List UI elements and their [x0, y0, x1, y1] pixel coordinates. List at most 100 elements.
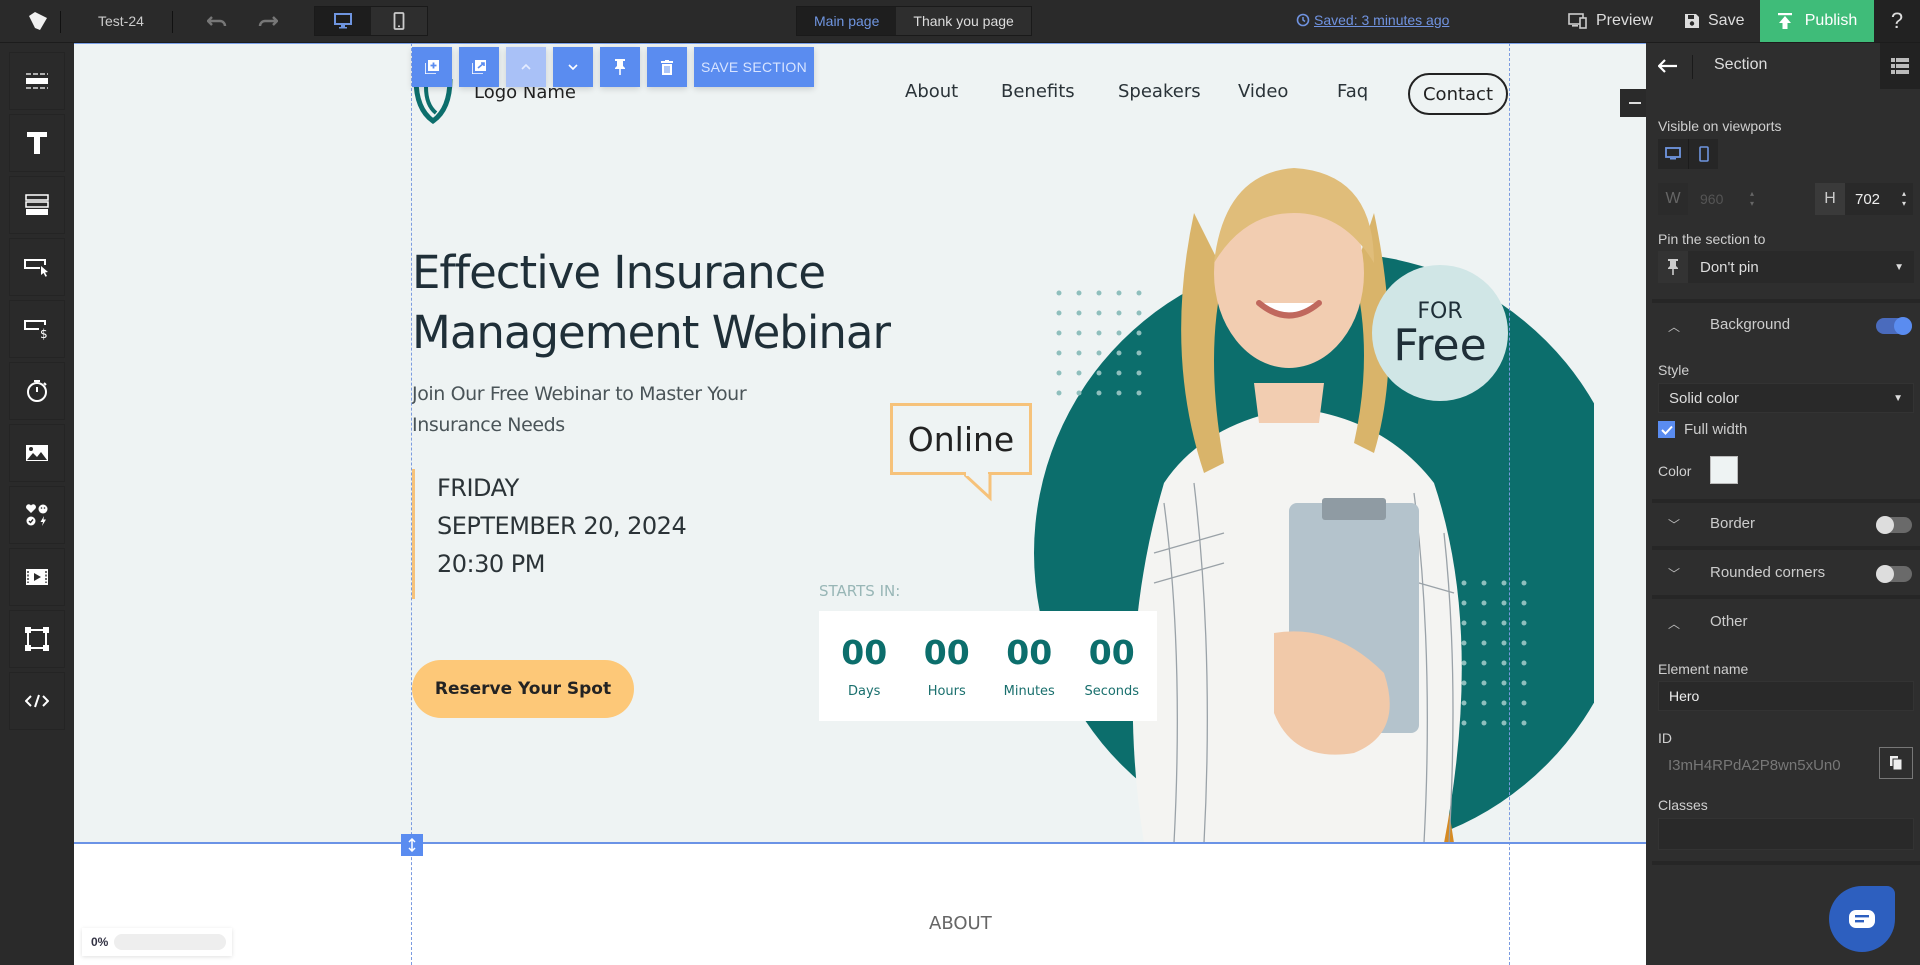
phone-icon — [1698, 146, 1709, 162]
visible-mobile-toggle[interactable] — [1688, 139, 1718, 169]
id-label: ID — [1658, 730, 1672, 746]
tool-shape[interactable] — [9, 610, 65, 668]
add-layer-icon — [425, 60, 439, 74]
history-icon — [1296, 13, 1310, 27]
project-name[interactable]: Test-24 — [98, 13, 144, 29]
chevron-up-icon[interactable]: ︿ — [1668, 318, 1680, 335]
full-width-checkbox[interactable] — [1658, 421, 1675, 438]
classes-input[interactable] — [1658, 818, 1914, 850]
section-resize-handle[interactable] — [401, 834, 423, 856]
visible-viewports-label: Visible on viewports — [1658, 118, 1782, 134]
tool-image[interactable] — [9, 424, 65, 482]
tool-html[interactable] — [9, 672, 65, 730]
event-date-block[interactable]: FRIDAY SEPTEMBER 20, 2024 20:30 PM — [412, 469, 687, 599]
width-stepper[interactable]: ▴ ▾ — [1750, 189, 1754, 209]
countdown-seconds-value: 00 — [1088, 633, 1135, 672]
pin-icon — [1668, 259, 1678, 275]
nav-link-speakers[interactable]: Speakers — [1118, 81, 1201, 102]
nav-link-about[interactable]: About — [905, 81, 958, 102]
editor-canvas[interactable]: Logo Name About Benefits Speakers Video … — [74, 43, 1646, 965]
tool-form[interactable] — [9, 176, 65, 234]
publish-button[interactable]: Publish — [1760, 0, 1874, 42]
save-button[interactable]: Save — [1684, 0, 1744, 42]
code-icon — [25, 694, 49, 708]
about-section-heading[interactable]: ABOUT — [929, 913, 992, 934]
height-stepper[interactable]: ▴ ▾ — [1902, 189, 1906, 209]
loading-percent: 0% — [91, 935, 109, 949]
monitor-icon — [334, 13, 352, 29]
background-style-dropdown[interactable]: Solid color ▼ — [1658, 383, 1914, 413]
viewport-desktop-button[interactable] — [315, 7, 371, 35]
tool-payment-button[interactable]: $ — [9, 300, 65, 358]
nav-link-faq[interactable]: Faq — [1337, 81, 1368, 102]
preview-button[interactable]: Preview — [1568, 0, 1653, 42]
move-section-up-button[interactable] — [506, 47, 546, 87]
upload-icon — [1777, 13, 1792, 29]
online-speech-bubble[interactable]: Online — [890, 403, 1032, 475]
border-toggle[interactable] — [1876, 516, 1912, 534]
tab-main-page[interactable]: Main page — [797, 7, 897, 35]
pin-dropdown[interactable]: Don't pin ▼ — [1658, 251, 1914, 283]
tool-text[interactable] — [9, 114, 65, 172]
countdown-timer[interactable]: 00 Days 00 Hours 00 Minutes 00 Seconds — [819, 611, 1157, 721]
chevron-down-icon[interactable]: ﹀ — [1668, 565, 1680, 582]
background-toggle[interactable] — [1876, 317, 1912, 335]
redo-button[interactable] — [254, 8, 282, 34]
visible-desktop-toggle[interactable] — [1658, 139, 1688, 169]
nav-link-video[interactable]: Video — [1238, 81, 1288, 102]
divider — [172, 11, 173, 33]
chevron-up-icon[interactable]: ︿ — [1668, 615, 1680, 632]
viewport-mobile-button[interactable] — [371, 7, 427, 35]
back-arrow-icon[interactable] — [1658, 59, 1678, 73]
tool-button[interactable] — [9, 238, 65, 296]
element-name-input[interactable]: Hero — [1658, 681, 1914, 711]
id-value[interactable]: I3mH4RPdA2P8wn5xUn0 — [1668, 757, 1854, 774]
chevron-down-icon[interactable]: ﹀ — [1668, 516, 1680, 533]
delete-section-button[interactable] — [647, 47, 687, 87]
add-section-button[interactable] — [412, 47, 452, 87]
hero-title-line2: Management Webinar — [412, 306, 891, 359]
hero-section[interactable]: Logo Name About Benefits Speakers Video … — [74, 43, 1646, 843]
rounded-corners-toggle[interactable] — [1876, 565, 1912, 583]
collapse-panel-button[interactable] — [1620, 89, 1646, 117]
move-section-down-button[interactable] — [553, 47, 593, 87]
layers-list-icon — [1891, 58, 1909, 74]
saved-status-link[interactable]: Saved: 3 minutes ago — [1296, 12, 1449, 28]
countdown-seconds: 00 Seconds — [1072, 633, 1152, 699]
save-section-button[interactable]: SAVE SECTION — [694, 47, 814, 87]
svg-text:$: $ — [40, 327, 48, 340]
chat-support-button[interactable] — [1829, 886, 1895, 952]
phone-icon — [393, 12, 405, 30]
help-button[interactable]: ? — [1874, 0, 1920, 42]
contact-button[interactable]: Contact — [1408, 73, 1508, 115]
tool-timer[interactable] — [9, 362, 65, 420]
tool-section[interactable] — [9, 52, 65, 110]
section-icon — [26, 73, 48, 89]
app-logo-icon[interactable] — [26, 10, 50, 32]
pin-dropdown-icon-box — [1658, 251, 1688, 283]
background-color-swatch[interactable] — [1710, 456, 1738, 484]
duplicate-section-button[interactable] — [459, 47, 499, 87]
hero-title[interactable]: Effective Insurance Management Webinar — [412, 243, 892, 363]
tab-thank-you-page[interactable]: Thank you page — [896, 7, 1031, 35]
free-badge[interactable]: FOR Free — [1372, 265, 1508, 401]
background-section-toggle[interactable]: Background — [1710, 316, 1790, 333]
rounded-corners-section-toggle[interactable]: Rounded corners — [1710, 564, 1825, 581]
countdown-minutes-label: Minutes — [1003, 684, 1055, 699]
tool-video[interactable] — [9, 548, 65, 606]
top-bar: Test-24 Main page Thank you page Saved: … — [0, 0, 1920, 43]
countdown-seconds-label: Seconds — [1084, 684, 1140, 699]
height-label: H — [1815, 183, 1845, 215]
border-section-toggle[interactable]: Border — [1710, 515, 1755, 532]
layers-button[interactable] — [1880, 43, 1920, 89]
hero-subtitle[interactable]: Join Our Free Webinar to Master Your Ins… — [412, 379, 772, 441]
other-section-toggle[interactable]: Other — [1710, 613, 1748, 630]
nav-link-benefits[interactable]: Benefits — [1001, 81, 1075, 102]
pin-section-button[interactable] — [600, 47, 640, 87]
reserve-spot-button[interactable]: Reserve Your Spot — [412, 660, 634, 718]
tool-icons[interactable] — [9, 486, 65, 544]
copy-id-button[interactable] — [1879, 747, 1913, 779]
content-guide-left — [411, 43, 412, 965]
divider — [1692, 55, 1693, 79]
undo-button[interactable] — [203, 8, 231, 34]
